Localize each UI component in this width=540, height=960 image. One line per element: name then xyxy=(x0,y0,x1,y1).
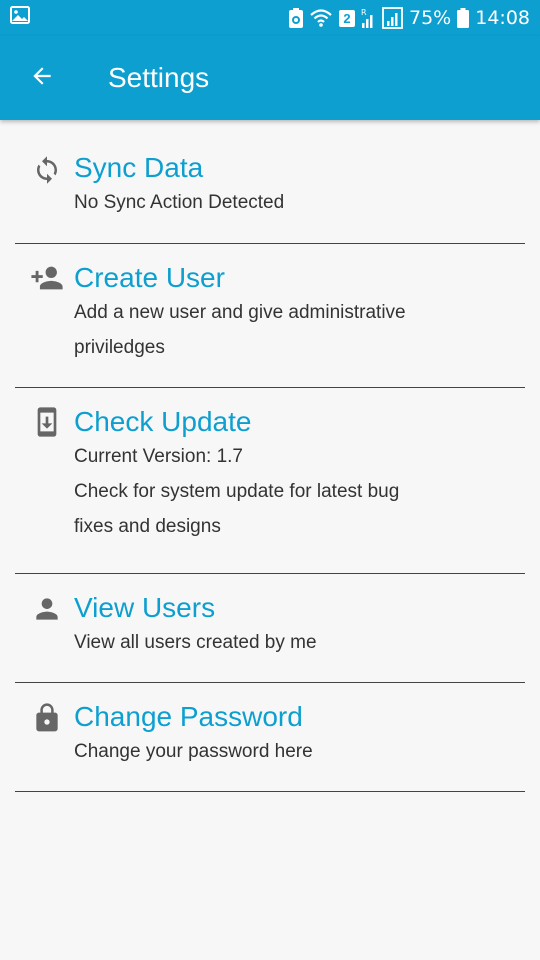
battery-saver-icon xyxy=(289,8,303,28)
setting-sync-data[interactable]: Sync Data No Sync Action Detected xyxy=(15,120,525,244)
page-title: Settings xyxy=(108,62,210,93)
lock-icon xyxy=(29,700,65,736)
signal-icon: R xyxy=(361,7,403,29)
setting-check-update[interactable]: Check Update Current Version: 1.7 Check … xyxy=(15,388,525,574)
setting-title: Check Update xyxy=(74,406,252,437)
setting-change-password[interactable]: Change Password Change your password her… xyxy=(15,683,525,792)
system-update-icon xyxy=(29,404,65,440)
back-button[interactable] xyxy=(0,36,84,120)
arrow-back-icon xyxy=(29,63,55,94)
settings-list: Sync Data No Sync Action Detected Create… xyxy=(15,120,525,792)
setting-create-user[interactable]: Create User Add a new user and give admi… xyxy=(15,244,525,388)
setting-description: priviledges xyxy=(74,337,165,358)
battery-icon xyxy=(457,8,470,28)
setting-description: View all users created by me xyxy=(74,632,317,653)
sim-badge-icon: 2 xyxy=(339,9,355,27)
setting-description: No Sync Action Detected xyxy=(74,192,285,213)
sync-icon xyxy=(29,152,65,188)
wifi-icon xyxy=(309,8,333,28)
current-version: Current Version: 1.7 xyxy=(74,446,243,467)
person-icon xyxy=(29,591,65,627)
setting-title: View Users xyxy=(74,592,216,623)
svg-text:R: R xyxy=(361,8,367,17)
setting-description: fixes and designs xyxy=(74,516,221,537)
gallery-icon xyxy=(10,6,30,30)
setting-title: Sync Data xyxy=(74,152,204,183)
battery-percent: 75% xyxy=(409,7,452,29)
setting-view-users[interactable]: View Users View all users created by me xyxy=(15,574,525,683)
person-add-icon xyxy=(29,260,65,296)
setting-description: Add a new user and give administrative xyxy=(74,302,406,323)
setting-description: Check for system update for latest bug xyxy=(74,481,400,502)
app-bar: Settings xyxy=(0,36,540,120)
clock: 14:08 xyxy=(475,7,530,29)
setting-title: Change Password xyxy=(74,701,303,732)
setting-description: Change your password here xyxy=(74,741,313,762)
status-bar: 2 R 75% 14:08 xyxy=(0,0,540,36)
setting-title: Create User xyxy=(74,262,225,293)
